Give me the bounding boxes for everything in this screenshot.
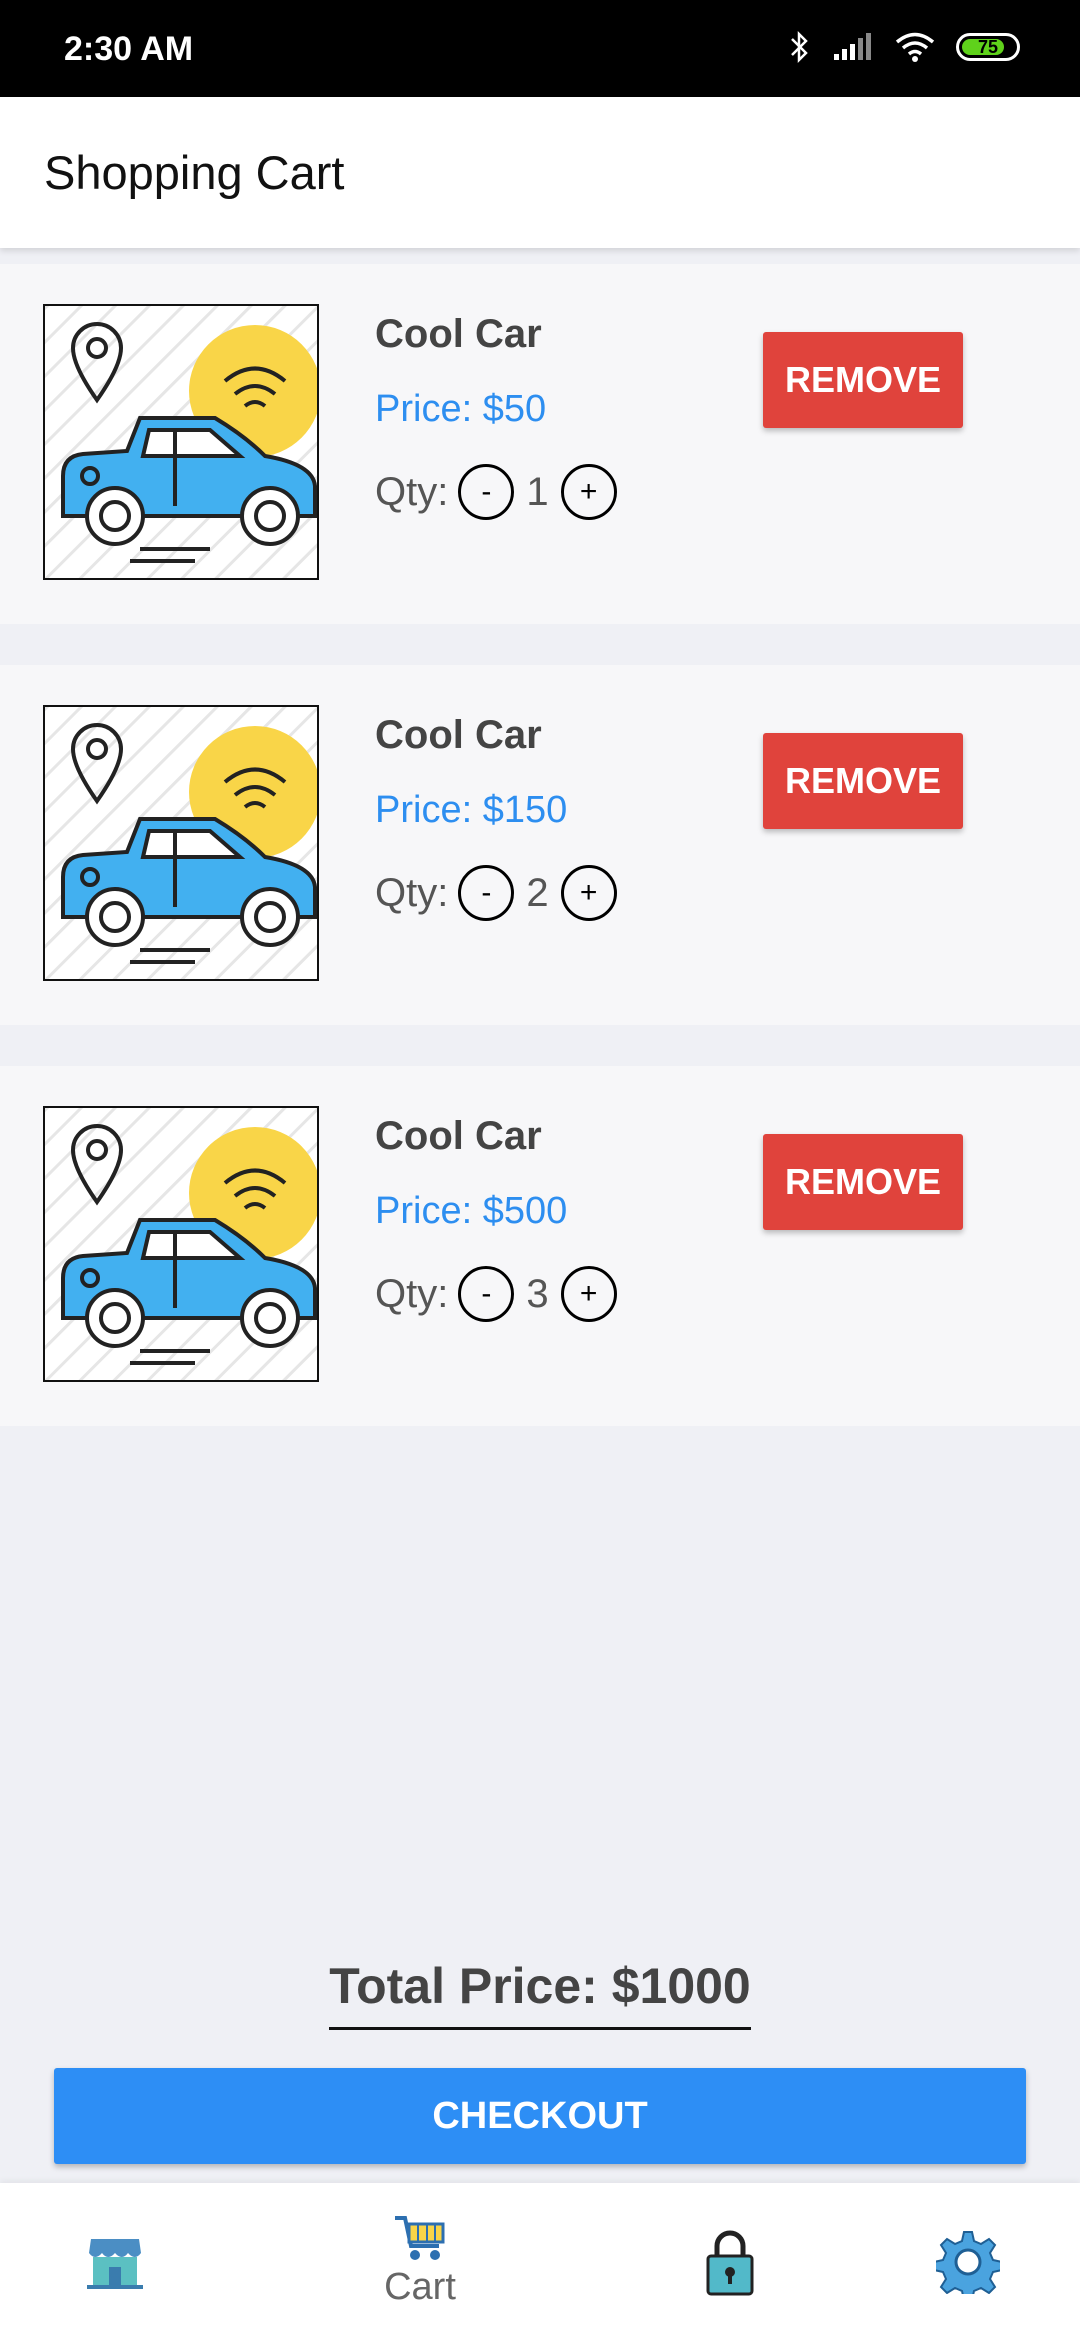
decrease-qty-button[interactable]: -: [458, 1266, 515, 1322]
qty-label: Qty:: [375, 870, 449, 915]
qty-value: 1: [526, 469, 549, 514]
product-image: [43, 304, 319, 580]
product-price: Price: $500: [375, 1190, 568, 1232]
qty-value: 2: [526, 870, 549, 915]
car-icon: [45, 1108, 317, 1380]
total-price: Total Price: $1000: [329, 1957, 751, 2030]
nav-item-lock[interactable]: [680, 2183, 780, 2340]
wifi-icon: [895, 32, 935, 62]
status-icons: 75: [788, 30, 1020, 64]
battery-indicator: 75: [956, 33, 1020, 61]
cart-icon: [395, 2216, 445, 2260]
car-icon: [45, 306, 317, 578]
checkout-button[interactable]: CHECKOUT: [54, 2068, 1026, 2164]
increase-qty-button[interactable]: +: [560, 865, 617, 921]
decrease-qty-button[interactable]: -: [458, 865, 515, 921]
cart-item: Cool Car Price: $500 Qty: - 3 + REMOVE: [0, 1066, 1080, 1426]
quantity-stepper: Qty: - 3 +: [375, 1266, 617, 1322]
car-icon: [45, 707, 317, 979]
total-section: Total Price: $1000: [0, 1957, 1080, 2030]
qty-label: Qty:: [375, 1271, 449, 1316]
qty-value: 3: [526, 1271, 549, 1316]
quantity-stepper: Qty: - 2 +: [375, 865, 617, 921]
page-title: Shopping Cart: [44, 146, 345, 199]
cart-item: Cool Car Price: $150 Qty: - 2 + REMOVE: [0, 665, 1080, 1025]
increase-qty-button[interactable]: +: [560, 1266, 617, 1322]
store-icon: [87, 2238, 143, 2289]
status-bar: 2:30 AM 75: [0, 0, 1080, 97]
product-image: [43, 705, 319, 981]
nav-item-store[interactable]: [60, 2183, 170, 2340]
increase-qty-button[interactable]: +: [560, 464, 617, 520]
status-time: 2:30 AM: [64, 30, 194, 68]
battery-level: 75: [977, 36, 999, 57]
nav-label-cart: Cart: [384, 2266, 456, 2308]
product-price: Price: $50: [375, 388, 547, 430]
cart-item: Cool Car Price: $50 Qty: - 1 + REMOVE: [0, 264, 1080, 624]
product-image: [43, 1106, 319, 1382]
product-name: Cool Car: [375, 312, 542, 356]
quantity-stepper: Qty: - 1 +: [375, 464, 617, 520]
remove-button[interactable]: REMOVE: [763, 733, 963, 829]
remove-button[interactable]: REMOVE: [763, 1134, 963, 1230]
product-name: Cool Car: [375, 713, 542, 757]
product-name: Cool Car: [375, 1114, 542, 1158]
nav-item-cart[interactable]: Cart: [360, 2183, 480, 2340]
nav-item-settings[interactable]: [918, 2183, 1018, 2340]
qty-label: Qty:: [375, 469, 449, 514]
bottom-nav: Cart: [0, 2183, 1080, 2340]
bluetooth-icon: [791, 30, 808, 64]
gear-icon: [936, 2230, 1000, 2294]
decrease-qty-button[interactable]: -: [458, 464, 515, 520]
remove-button[interactable]: REMOVE: [763, 332, 963, 428]
lock-icon: [706, 2230, 754, 2295]
signal-icon: [834, 33, 871, 60]
app-header: Shopping Cart: [0, 97, 1080, 248]
product-price: Price: $150: [375, 789, 568, 831]
